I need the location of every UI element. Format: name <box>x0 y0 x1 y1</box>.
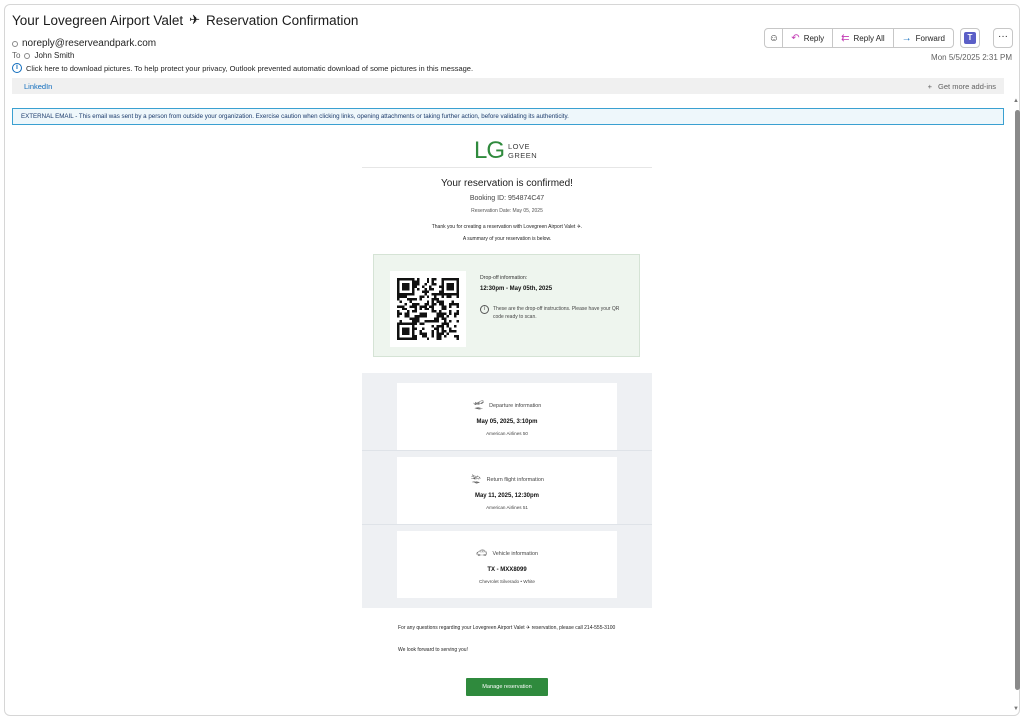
reply-all-icon: ⇇ <box>841 32 850 44</box>
pictures-notice[interactable]: i Click here to download pictures. To he… <box>12 63 473 73</box>
lovegreen-logo: LG LOVE GREEN <box>474 139 537 163</box>
reply-button[interactable]: ↶ Reply <box>783 29 834 47</box>
reservation-date: Reservation Date: May 05, 2025 <box>471 208 543 214</box>
linkedin-link[interactable]: LinkedIn <box>24 82 52 91</box>
card-heading: 🛬︎ Return flight information <box>397 474 617 485</box>
booking-id: Booking ID: 954874C47 <box>469 195 545 202</box>
thanks-text: Thank you for creating a reservation wit… <box>431 224 583 230</box>
card-heading: 🚗︎ Vehicle information <box>397 548 617 559</box>
recipient-name[interactable]: John Smith <box>34 51 74 60</box>
pictures-notice-text[interactable]: Click here to download pictures. To help… <box>26 64 473 73</box>
reply-all-button[interactable]: ⇇ Reply All <box>833 29 894 47</box>
qr-modules <box>397 278 459 340</box>
addin-bar: LinkedIn + Get more add-ins <box>12 78 1004 94</box>
departure-icon: 🛫︎ <box>472 400 485 410</box>
smiley-icon: ☺ <box>768 32 779 44</box>
logo-words: LOVE GREEN <box>508 142 537 160</box>
teams-icon: T <box>964 32 976 44</box>
divider <box>362 524 652 525</box>
email-subject: Your Lovegreen Airport Valet ✈ Reservati… <box>12 12 358 28</box>
scrollbar[interactable]: ▲ ▼ <box>1012 98 1022 712</box>
forward-icon: → <box>901 32 912 44</box>
logo-mark: LG <box>474 137 505 164</box>
message-actions: ☺ ↶ Reply ⇇ Reply All → Forward T <box>764 28 980 48</box>
car-icon: 🚗︎ <box>476 548 488 558</box>
logo-word-love: LOVE <box>508 142 531 151</box>
subject-prefix: Your Lovegreen Airport Valet <box>12 12 184 28</box>
reply-icon: ↶ <box>791 32 800 44</box>
card-subtext: Chevrolet Silverado • White <box>479 579 535 584</box>
card-subtext: American Airlines 50 <box>486 431 528 436</box>
departure-card: 🛫︎ Departure information May 05, 2025, 3… <box>397 383 617 450</box>
divider <box>362 167 652 168</box>
card-subtext: American Airlines 51 <box>486 505 528 510</box>
sent-date: Mon 5/5/2025 2:31 PM <box>931 53 1012 62</box>
get-more-addins-button[interactable]: + Get more add-ins <box>928 82 996 91</box>
closing-text: We look forward to serving you! <box>398 647 468 653</box>
dropoff-time: 12:30pm - May 05th, 2025 <box>480 286 553 292</box>
forward-button[interactable]: → Forward <box>894 29 953 47</box>
manage-reservation-button[interactable]: Manage reservation <box>466 678 548 696</box>
logo-word-green: GREEN <box>508 151 538 160</box>
qr-code <box>390 271 466 347</box>
reply-button-group: ☺ ↶ Reply ⇇ Reply All → Forward <box>764 28 954 48</box>
questions-text: For any questions regarding your Lovegre… <box>398 625 616 631</box>
sender[interactable]: noreply@reserveandpark.com <box>12 38 156 49</box>
arrival-icon: 🛬︎ <box>470 474 482 484</box>
recipient: To John Smith <box>12 51 74 60</box>
subject-suffix: Reservation Confirmation <box>206 12 359 28</box>
qr-code-image <box>397 278 459 340</box>
card-value: May 05, 2025, 3:10pm <box>476 419 538 425</box>
card-heading-text: Return flight information <box>486 476 544 483</box>
divider <box>362 450 652 451</box>
plus-icon: + <box>927 81 933 91</box>
presence-icon <box>12 40 18 47</box>
card-heading-text: Departure information <box>489 402 542 409</box>
more-actions-button[interactable]: ··· <box>993 28 1013 48</box>
external-email-banner: EXTERNAL EMAIL - This email was sent by … <box>12 108 1004 125</box>
dropoff-label: Drop-off information: <box>480 275 528 281</box>
info-icon: i <box>480 305 489 314</box>
scroll-down-icon[interactable]: ▼ <box>1013 706 1019 712</box>
scrollbar-thumb[interactable] <box>1015 110 1020 690</box>
get-more-addins-label: Get more add-ins <box>938 81 996 91</box>
return-flight-card: 🛬︎ Return flight information May 11, 202… <box>397 457 617 524</box>
sender-address[interactable]: noreply@reserveandpark.com <box>22 38 156 49</box>
info-icon: i <box>12 63 22 73</box>
card-value: TX - MXX8099 <box>487 567 527 573</box>
to-label: To <box>12 51 21 60</box>
card-heading: 🛫︎ Departure information <box>397 400 617 411</box>
dropoff-note: i These are the drop-off instructions. P… <box>480 305 630 321</box>
scroll-up-icon[interactable]: ▲ <box>1013 98 1019 104</box>
reply-label: Reply <box>803 33 825 43</box>
emoji-reaction-button[interactable]: ☺ <box>765 29 784 47</box>
card-value: May 11, 2025, 12:30pm <box>474 493 540 499</box>
airplane-icon: ✈ <box>189 12 201 27</box>
vehicle-card: 🚗︎ Vehicle information TX - MXX8099 Chev… <box>397 531 617 598</box>
forward-label: Forward <box>915 33 945 43</box>
reply-all-label: Reply All <box>853 33 885 43</box>
presence-icon <box>24 52 31 59</box>
card-heading-text: Vehicle information <box>492 550 538 557</box>
dropoff-note-text: These are the drop-off instructions. Ple… <box>493 306 620 320</box>
summary-text: A summary of your reservation is below. <box>462 236 552 242</box>
confirmation-title: Your reservation is confirmed! <box>441 178 573 189</box>
teams-button[interactable]: T <box>960 28 980 48</box>
